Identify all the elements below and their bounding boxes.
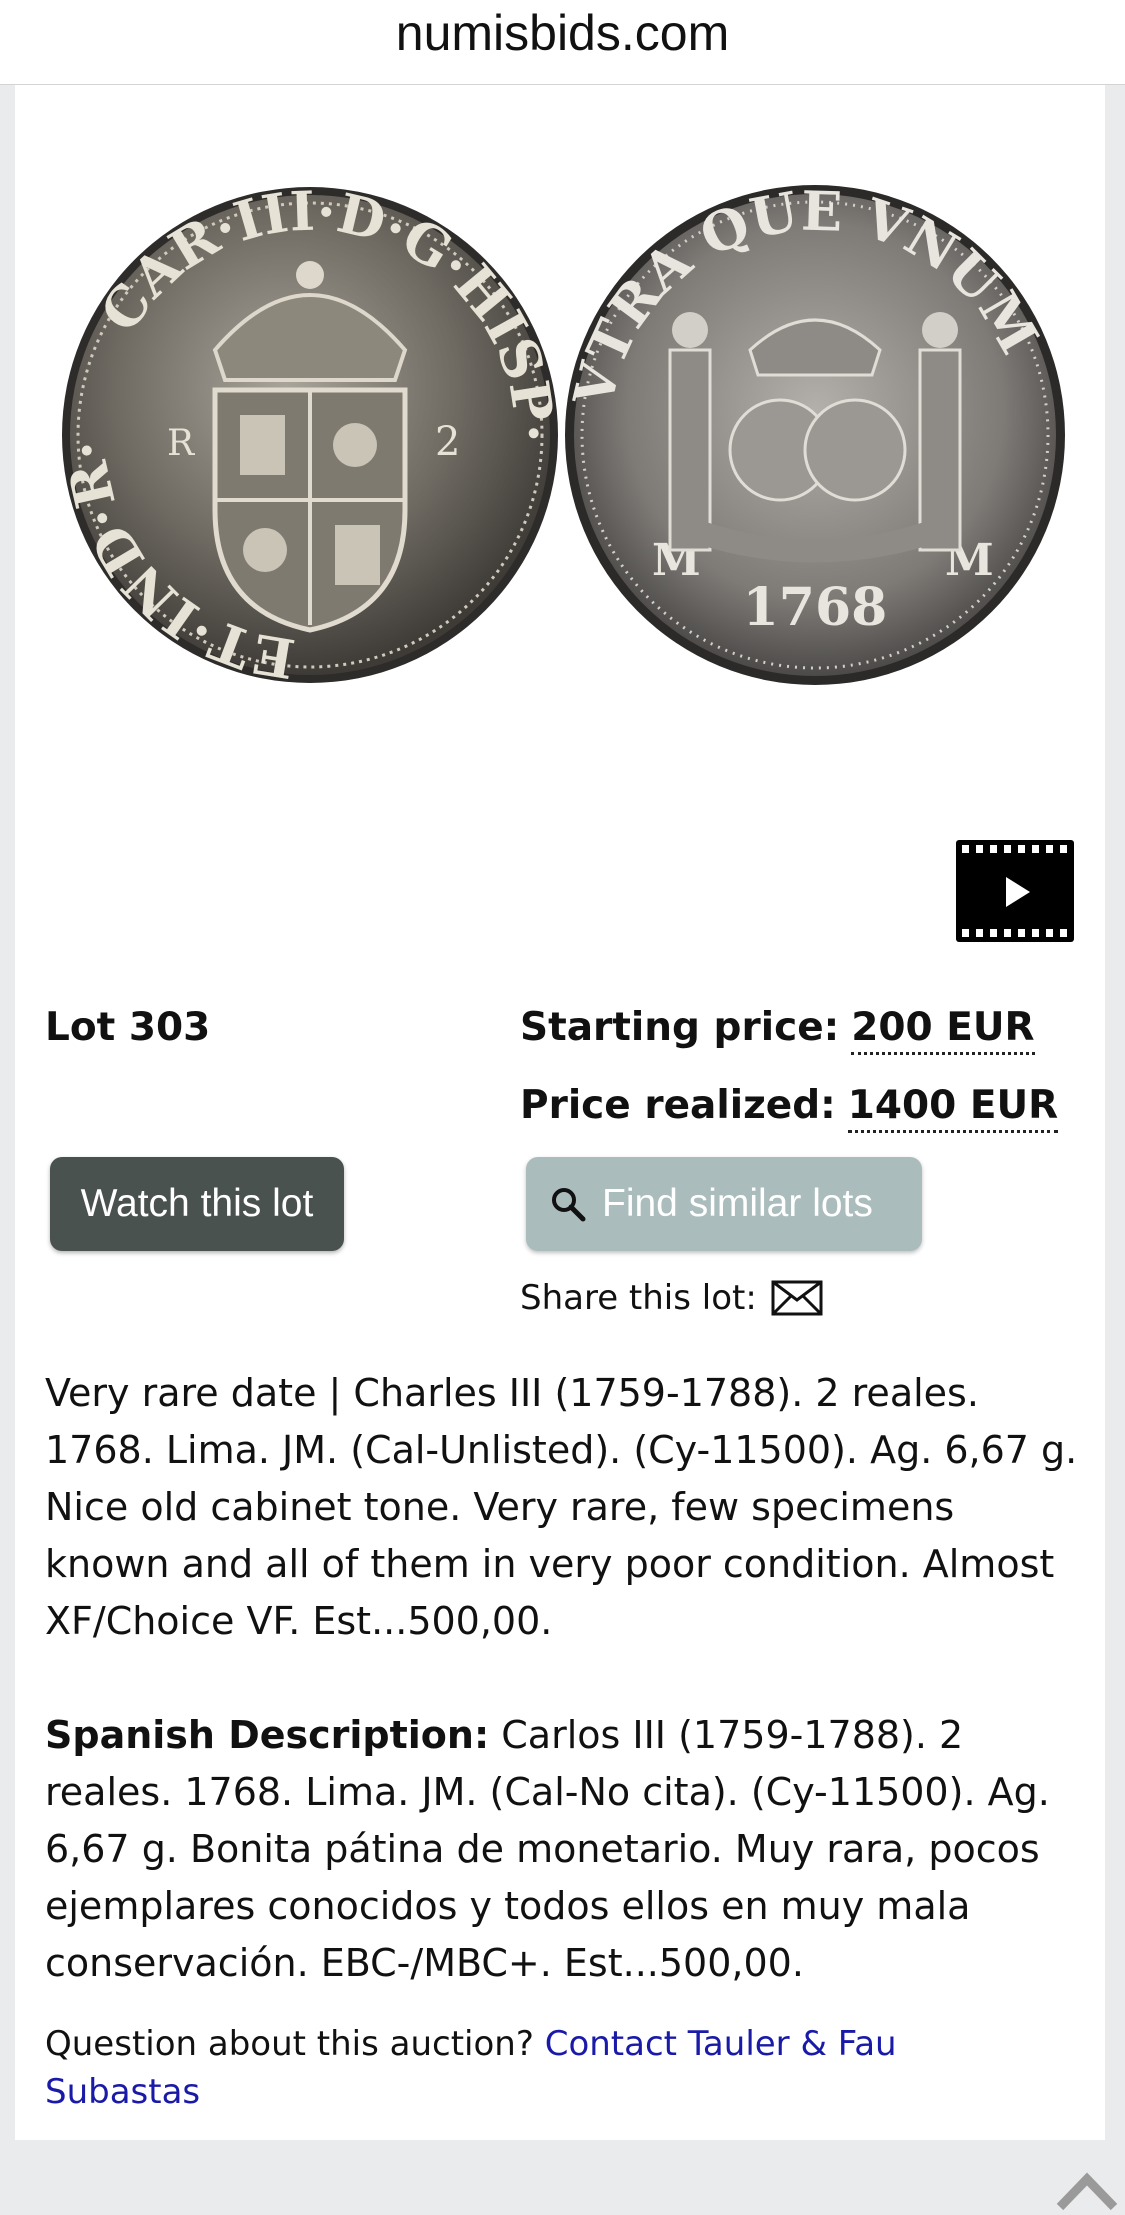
- price-realized-label: Price realized:: [520, 1083, 836, 1128]
- svg-text:R: R: [167, 423, 195, 464]
- scroll-to-top-icon[interactable]: [1052, 2165, 1122, 2215]
- find-similar-label: Find similar lots: [602, 1182, 873, 1225]
- starting-price-value[interactable]: 200 EUR: [851, 1005, 1035, 1055]
- starting-price: Starting price: 200 EUR: [520, 1005, 1035, 1055]
- coin-images: CAR·III·D·G·HISP· ET·IND·R· R 2 VTRA QUE…: [55, 180, 1085, 770]
- film-strip-bottom: [962, 929, 1068, 937]
- lot-description: Very rare date | Charles III (1759-1788)…: [45, 1365, 1085, 1992]
- browser-address-bar[interactable]: numisbids.com: [0, 0, 1125, 85]
- coin-obverse-image[interactable]: CAR·III·D·G·HISP· ET·IND·R· R 2: [55, 180, 565, 690]
- price-realized-value[interactable]: 1400 EUR: [847, 1083, 1059, 1133]
- svg-text:2: 2: [435, 419, 460, 465]
- find-similar-button[interactable]: Find similar lots: [526, 1157, 922, 1251]
- share-lot: Share this lot:: [520, 1278, 823, 1318]
- mail-icon[interactable]: [771, 1280, 823, 1316]
- domain-label: numisbids.com: [395, 5, 730, 61]
- coin-reverse-image[interactable]: VTRA QUE VNUM 1768 M M: [560, 180, 1070, 690]
- auction-question: Question about this auction? Contact Tau…: [45, 2020, 1005, 2116]
- english-description: Very rare date | Charles III (1759-1788)…: [45, 1371, 1078, 1643]
- svg-text:1768: 1768: [743, 577, 888, 638]
- video-play-button[interactable]: [956, 840, 1074, 942]
- play-icon: [1006, 877, 1030, 907]
- price-realized: Price realized: 1400 EUR: [520, 1083, 1059, 1133]
- spanish-description-label: Spanish Description:: [45, 1713, 490, 1757]
- search-icon: [552, 1188, 586, 1222]
- lot-number: Lot 303: [45, 1005, 211, 1050]
- watch-lot-button[interactable]: Watch this lot: [50, 1157, 344, 1251]
- film-strip-top: [962, 845, 1068, 853]
- spanish-description: Spanish Description: Carlos III (1759-17…: [45, 1707, 1085, 1992]
- question-text: Question about this auction?: [45, 2024, 534, 2064]
- starting-price-label: Starting price:: [520, 1005, 840, 1050]
- share-label: Share this lot:: [520, 1278, 757, 1318]
- lot-card: CAR·III·D·G·HISP· ET·IND·R· R 2 VTRA QUE…: [15, 85, 1118, 2211]
